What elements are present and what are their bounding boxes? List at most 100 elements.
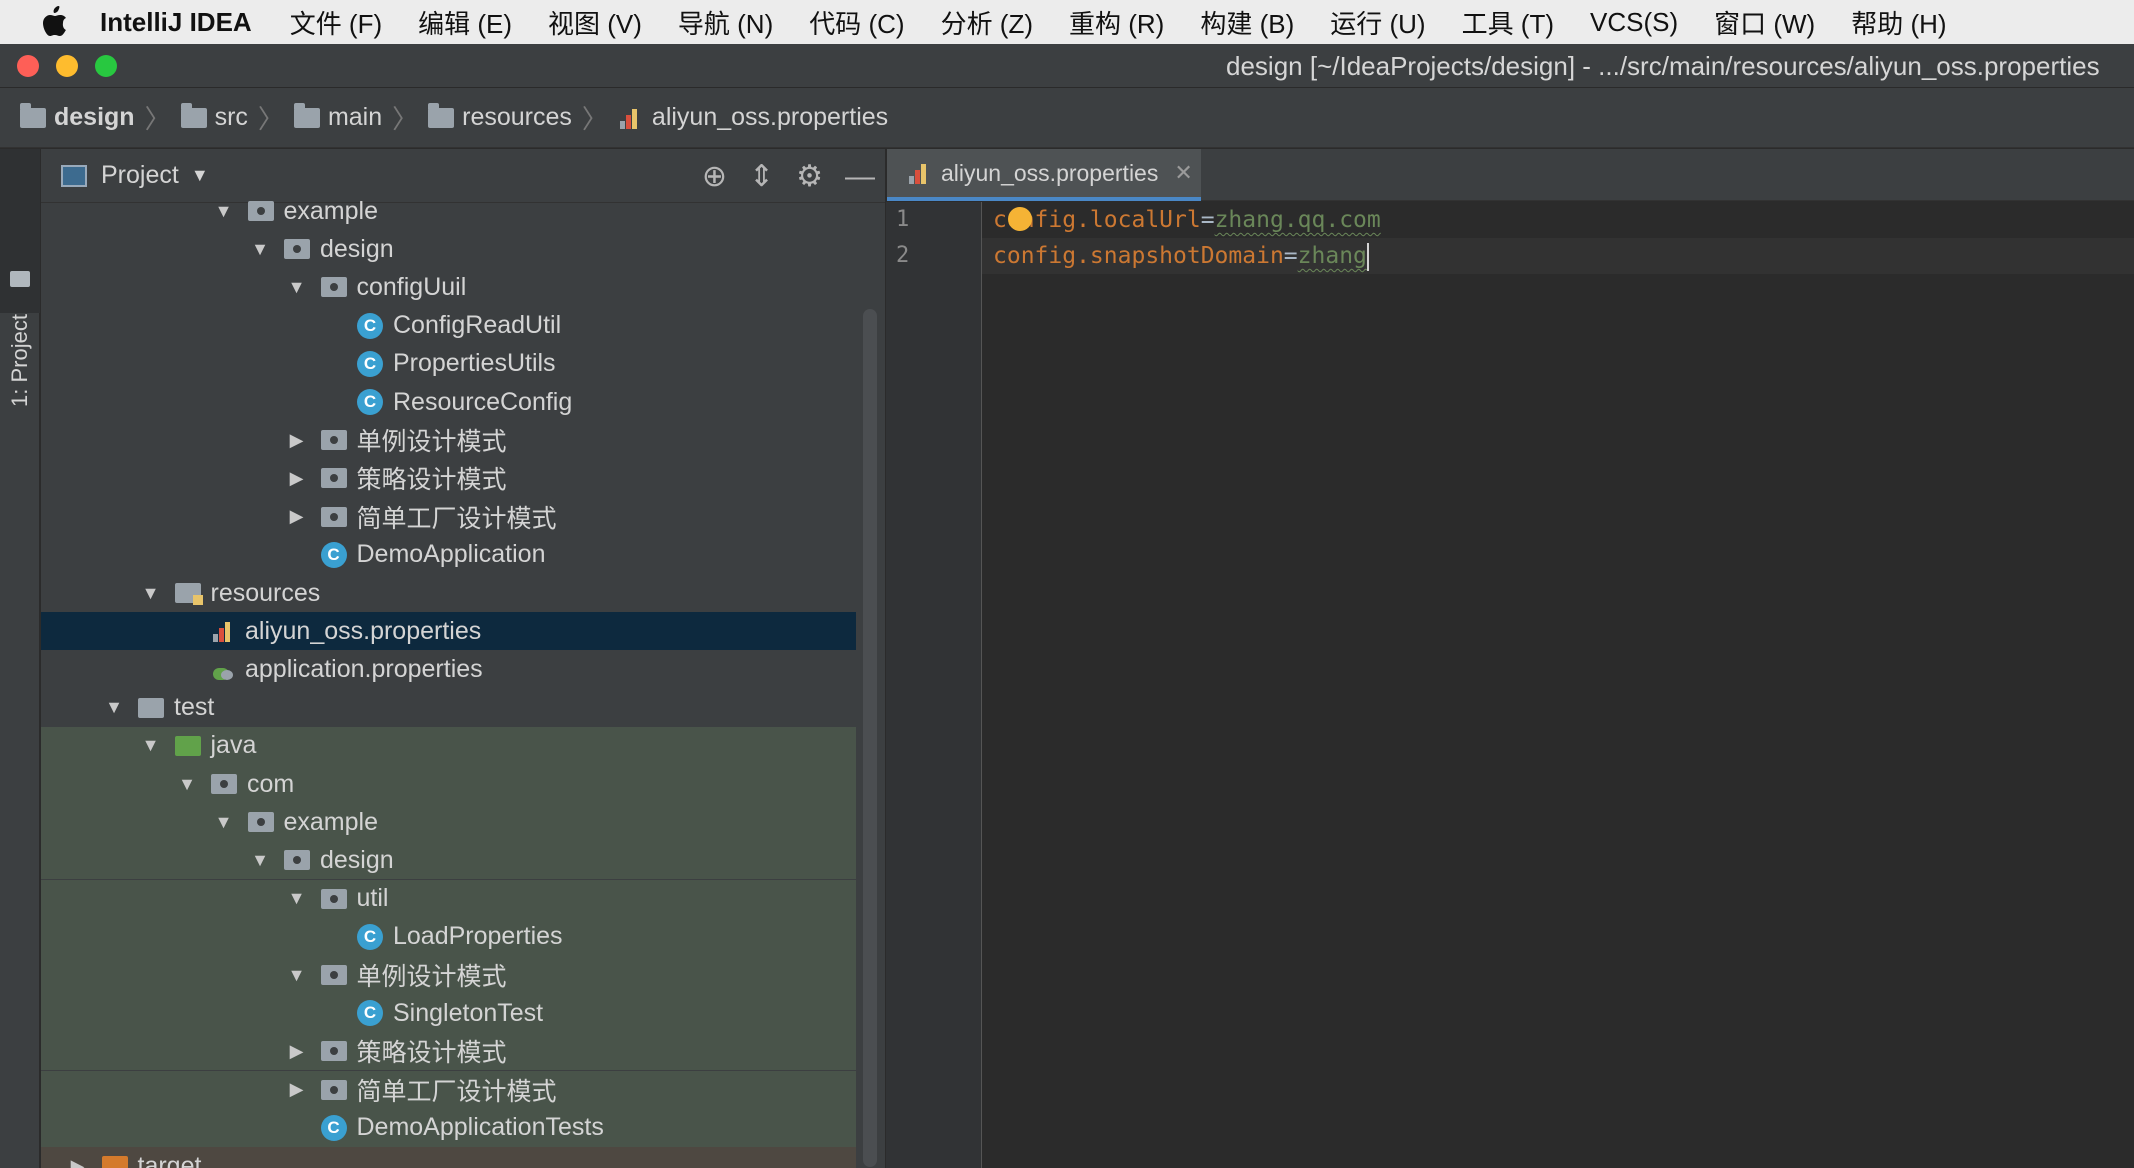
tree-row[interactable]: C PropertiesUtils <box>41 345 856 383</box>
project-view-selector[interactable]: Project <box>101 161 179 190</box>
hide-panel-icon[interactable]: — <box>845 160 875 194</box>
menu-tools[interactable]: 工具 (T) <box>1462 4 1554 41</box>
collapsed-arrow-icon[interactable]: ▶ <box>287 468 307 489</box>
tree-row[interactable]: ▼ 单例设计模式 <box>41 956 856 994</box>
tree-row[interactable]: ▼ design <box>41 230 856 268</box>
tree-row[interactable]: ▶ 单例设计模式 <box>41 421 856 459</box>
expanded-arrow-icon[interactable]: ▼ <box>287 277 307 298</box>
menu-window[interactable]: 窗口 (W) <box>1714 4 1815 41</box>
menu-run[interactable]: 运行 (U) <box>1330 4 1425 41</box>
minimize-window-button[interactable] <box>56 54 78 77</box>
tree-row-label: design <box>320 234 394 263</box>
tree-row-label: 单例设计模式 <box>356 963 507 991</box>
tree-row[interactable]: C ConfigReadUtil <box>41 307 856 345</box>
breadcrumb-item-design[interactable]: design 〉 <box>20 99 181 136</box>
collapsed-arrow-icon[interactable]: ▶ <box>68 1156 88 1168</box>
expanded-arrow-icon[interactable]: ▼ <box>141 735 161 756</box>
expanded-arrow-icon[interactable]: ▼ <box>141 583 161 604</box>
package-icon <box>320 430 347 451</box>
tree-row[interactable]: ▼ com <box>41 765 856 803</box>
class-icon: C <box>357 389 383 415</box>
tree-row-label: 简单工厂设计模式 <box>356 1077 557 1106</box>
collapse-all-icon[interactable]: ⇕ <box>749 159 774 194</box>
editor-tab-bar: aliyun_oss.properties ✕ <box>886 149 2134 201</box>
menu-help[interactable]: 帮助 (H) <box>1851 4 1946 41</box>
class-icon: C <box>357 312 383 339</box>
properties-file-icon <box>211 618 235 644</box>
package-icon <box>320 1041 347 1062</box>
expanded-arrow-icon[interactable]: ▼ <box>250 850 270 871</box>
tree-row[interactable]: ▼ example <box>41 192 856 230</box>
close-icon[interactable]: ✕ <box>1174 160 1192 186</box>
breadcrumb-separator: 〉 <box>392 104 419 134</box>
tab-aliyun-oss-properties[interactable]: aliyun_oss.properties ✕ <box>887 149 1201 201</box>
expanded-arrow-icon[interactable]: ▼ <box>104 697 124 718</box>
tree-row[interactable]: ▶ target <box>41 1147 856 1168</box>
tree-row-label: target <box>137 1151 202 1168</box>
tree-row[interactable]: aliyun_oss.properties <box>41 612 856 651</box>
menu-app-name[interactable]: IntelliJ IDEA <box>100 7 252 38</box>
collapsed-arrow-icon[interactable]: ▶ <box>287 430 307 451</box>
breadcrumb-item-file[interactable]: aliyun_oss.properties <box>618 103 888 132</box>
expanded-arrow-icon[interactable]: ▼ <box>287 965 307 986</box>
tree-row[interactable]: ▶ 策略设计模式 <box>41 459 856 497</box>
expanded-arrow-icon[interactable]: ▼ <box>214 812 234 833</box>
project-tool-window-label[interactable]: 1: Project <box>7 314 33 407</box>
project-tree[interactable]: ▼ example ▼ design ▼ configUuil C ConfigReadUti… <box>41 197 885 1168</box>
tree-row[interactable]: ▼ java <box>41 726 856 765</box>
menu-analyze[interactable]: 分析 (Z) <box>941 4 1033 41</box>
breadcrumb-item-main[interactable]: main 〉 <box>293 99 428 136</box>
tree-row-label: DemoApplication <box>356 540 546 569</box>
collapsed-arrow-icon[interactable]: ▶ <box>287 1079 307 1100</box>
chevron-down-icon[interactable]: ▼ <box>191 165 209 186</box>
equals-sign: = <box>1200 207 1215 233</box>
code-line-current[interactable]: config.snapshotDomain=zhang <box>982 238 2134 274</box>
collapsed-arrow-icon[interactable]: ▶ <box>287 1041 307 1062</box>
tree-row[interactable]: ▼ test <box>41 689 856 727</box>
tree-row[interactable]: ▼ util <box>41 879 856 918</box>
tree-scrollbar[interactable] <box>863 309 877 1167</box>
tree-row[interactable]: C LoadProperties <box>41 917 856 956</box>
breadcrumb-item-src[interactable]: src 〉 <box>180 99 294 136</box>
code-editor[interactable]: config.localUrl=zhang.qq.com config.snap… <box>982 202 2134 1168</box>
expanded-arrow-icon[interactable]: ▼ <box>287 888 307 909</box>
menu-file[interactable]: 文件 (F) <box>290 4 382 41</box>
menu-view[interactable]: 视图 (V) <box>548 4 642 41</box>
tree-row-label: example <box>283 196 379 225</box>
breadcrumb-label: main <box>327 103 383 131</box>
expanded-arrow-icon[interactable]: ▼ <box>250 239 270 260</box>
tree-row[interactable]: ▶ 简单工厂设计模式 <box>41 498 856 536</box>
tree-row[interactable]: ▼ example <box>41 803 856 842</box>
tree-row[interactable]: ▼ design <box>41 841 856 880</box>
tree-row[interactable]: ▼ resources <box>41 574 856 612</box>
tree-row[interactable]: ▼ configUuil <box>41 268 856 306</box>
tree-row-label: aliyun_oss.properties <box>245 616 482 645</box>
breadcrumb-item-resources[interactable]: resources 〉 <box>428 99 618 136</box>
code-line[interactable]: config.localUrl=zhang.qq.com <box>993 202 1381 238</box>
expanded-arrow-icon[interactable]: ▼ <box>214 201 234 222</box>
tree-row[interactable]: C DemoApplicationTests <box>41 1108 856 1147</box>
tree-row[interactable]: ▶ 策略设计模式 <box>41 1032 856 1071</box>
tree-row-label: java <box>210 731 257 760</box>
properties-file-icon <box>907 160 931 186</box>
project-tool-window-button[interactable] <box>0 149 40 313</box>
tree-row[interactable]: C SingletonTest <box>41 994 856 1033</box>
menu-refactor[interactable]: 重构 (R) <box>1069 4 1164 41</box>
tree-row[interactable]: application.properties <box>41 650 856 688</box>
close-window-button[interactable] <box>17 54 39 77</box>
expanded-arrow-icon[interactable]: ▼ <box>177 774 197 795</box>
menu-build[interactable]: 构建 (B) <box>1200 4 1294 41</box>
menu-navigate[interactable]: 导航 (N) <box>678 4 773 41</box>
tree-row[interactable]: C DemoApplication <box>41 536 856 574</box>
tree-row[interactable]: ▶ 简单工厂设计模式 <box>41 1070 856 1109</box>
collapsed-arrow-icon[interactable]: ▶ <box>287 506 307 527</box>
apple-logo-icon[interactable] <box>40 6 68 38</box>
locate-icon[interactable]: ⊕ <box>702 159 727 194</box>
intention-bulb-icon[interactable] <box>1008 207 1032 231</box>
menu-code[interactable]: 代码 (C) <box>809 4 904 41</box>
gear-icon[interactable]: ⚙ <box>796 159 823 194</box>
tree-row[interactable]: C ResourceConfig <box>41 383 856 421</box>
zoom-window-button[interactable] <box>95 54 117 77</box>
menu-edit[interactable]: 编辑 (E) <box>418 4 512 41</box>
menu-vcs[interactable]: VCS(S) <box>1590 7 1678 38</box>
